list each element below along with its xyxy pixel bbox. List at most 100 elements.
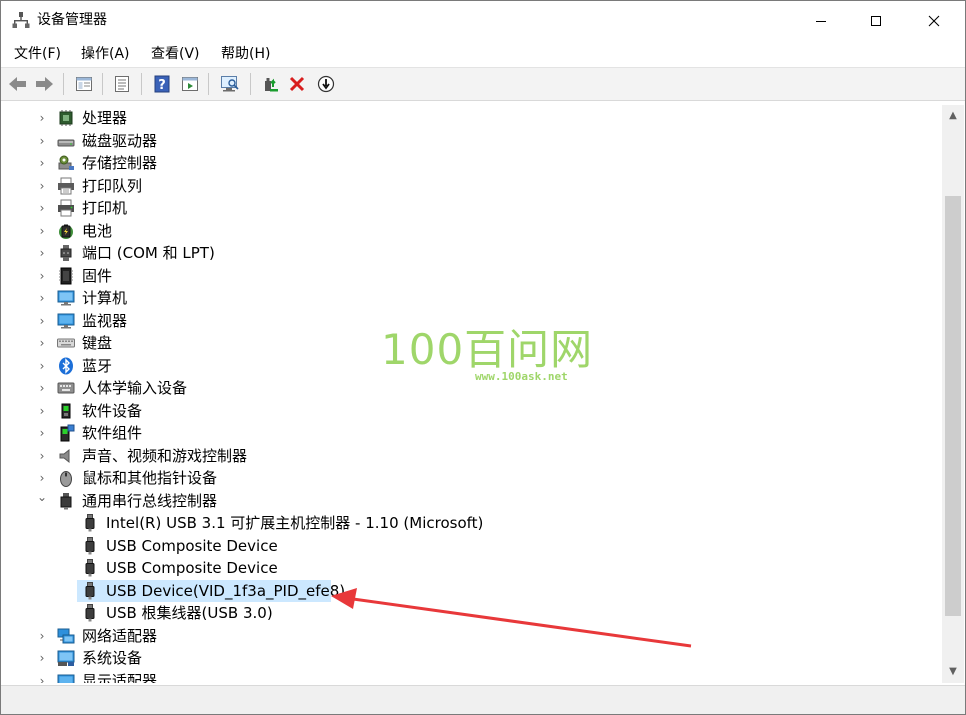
svg-text:?: ?: [158, 78, 166, 93]
tree-category-label: 监视器: [82, 312, 128, 330]
tree-category[interactable]: › 软件设备: [5, 400, 935, 422]
chevron-right-icon[interactable]: ›: [35, 154, 49, 172]
chevron-right-icon[interactable]: ›: [35, 672, 49, 683]
tree-category[interactable]: › 打印队列: [5, 175, 935, 197]
tree-category-label: 网络适配器: [82, 627, 158, 645]
uninstall-button[interactable]: [286, 73, 308, 95]
usb-device-icon: [81, 514, 99, 532]
toolbar-separator: [102, 73, 103, 95]
menu-view[interactable]: 查看(V): [151, 45, 200, 63]
chevron-right-icon[interactable]: ›: [35, 132, 49, 150]
tree-category[interactable]: › 端口 (COM 和 LPT): [5, 242, 935, 264]
keyboard-icon: [57, 338, 75, 348]
port-icon: [57, 244, 75, 262]
forward-button[interactable]: [33, 73, 55, 95]
chevron-down-icon[interactable]: ⌄: [35, 488, 49, 506]
usb-controller-icon: [60, 493, 72, 510]
tree-category[interactable]: › 磁盘驱动器: [5, 130, 935, 152]
tree-device[interactable]: Intel(R) USB 3.1 可扩展主机控制器 - 1.10 (Micros…: [5, 512, 935, 534]
software-device-icon: [57, 402, 75, 420]
tree-category[interactable]: › 存储控制器: [5, 152, 935, 174]
chevron-right-icon[interactable]: ›: [35, 379, 49, 397]
forward-icon: [36, 77, 53, 91]
tree-category[interactable]: › 固件: [5, 265, 935, 287]
tree-category[interactable]: › 计算机: [5, 287, 935, 309]
view-list-button[interactable]: [111, 73, 133, 95]
tree-category-label: 固件: [82, 267, 113, 285]
mouse-icon: [60, 471, 72, 487]
menu-action[interactable]: 操作(A): [81, 45, 130, 63]
help-button[interactable]: ?: [151, 73, 173, 95]
printer-icon: [57, 199, 75, 217]
tree-category[interactable]: › 处理器: [5, 107, 935, 129]
usb-controller-icon: [57, 492, 75, 510]
minimize-button[interactable]: [798, 1, 844, 41]
back-button[interactable]: [7, 73, 29, 95]
menu-help[interactable]: 帮助(H): [221, 45, 270, 63]
chevron-right-icon[interactable]: ›: [35, 267, 49, 285]
toolbar-separator: [141, 73, 142, 95]
tree-device[interactable]: USB Composite Device: [5, 557, 935, 579]
disable-device-button[interactable]: [315, 73, 337, 95]
chevron-right-icon[interactable]: ›: [35, 334, 49, 352]
maximize-button[interactable]: [853, 1, 899, 41]
tree-category-label: 电池: [82, 222, 113, 240]
tree-category-label: 磁盘驱动器: [82, 132, 158, 150]
tree-category[interactable]: › 声音、视频和游戏控制器: [5, 445, 935, 467]
tree-category[interactable]: › 电池: [5, 220, 935, 242]
close-button[interactable]: [911, 1, 957, 41]
cpu-icon: [57, 109, 75, 127]
chevron-right-icon[interactable]: ›: [35, 357, 49, 375]
tree-category[interactable]: › 网络适配器: [5, 625, 935, 647]
tree-category[interactable]: › 打印机: [5, 197, 935, 219]
chevron-right-icon[interactable]: ›: [35, 424, 49, 442]
chevron-right-icon[interactable]: ›: [35, 222, 49, 240]
chevron-right-icon[interactable]: ›: [35, 402, 49, 420]
scroll-up-arrow[interactable]: ▲: [942, 107, 964, 125]
update-driver-button[interactable]: [259, 73, 281, 95]
tree-device-label: USB Composite Device: [106, 559, 278, 577]
disk-drive-icon: [57, 132, 75, 150]
chevron-right-icon[interactable]: ›: [35, 649, 49, 667]
tree-category[interactable]: › 系统设备: [5, 647, 935, 669]
chevron-right-icon[interactable]: ›: [35, 199, 49, 217]
menu-file[interactable]: 文件(F): [14, 45, 61, 63]
properties-pane-button[interactable]: [73, 73, 95, 95]
cpu-icon: [59, 110, 73, 126]
chevron-right-icon[interactable]: ›: [35, 177, 49, 195]
monitor-icon: [57, 313, 75, 329]
scan-hardware-icon: [221, 76, 239, 92]
chevron-right-icon[interactable]: ›: [35, 312, 49, 330]
firmware-icon: [57, 267, 75, 285]
chevron-right-icon[interactable]: ›: [35, 469, 49, 487]
chevron-right-icon[interactable]: ›: [35, 627, 49, 645]
tree-category[interactable]: ⌄ 通用串行总线控制器: [5, 490, 935, 512]
chevron-right-icon[interactable]: ›: [35, 109, 49, 127]
back-icon: [9, 77, 26, 91]
action-pane-button[interactable]: [179, 73, 201, 95]
scroll-down-arrow[interactable]: ▼: [942, 663, 964, 681]
tree-device-selected[interactable]: USB Device(VID_1f3a_PID_efe8): [5, 580, 935, 602]
tree-category[interactable]: › 鼠标和其他指针设备: [5, 467, 935, 489]
tree-category-label: 存储控制器: [82, 154, 158, 172]
tree-category[interactable]: › 软件组件: [5, 422, 935, 444]
vertical-scrollbar[interactable]: ▲ ▼: [942, 105, 964, 683]
status-bar: [1, 685, 965, 714]
usb-device-icon: [81, 582, 99, 600]
watermark-logo: 100百问网 www.100ask.net: [381, 327, 621, 391]
chevron-right-icon[interactable]: ›: [35, 244, 49, 262]
tree-device[interactable]: USB 根集线器(USB 3.0): [5, 602, 935, 624]
tree-category-label: 键盘: [82, 334, 113, 352]
tree-category[interactable]: › 显示适配器: [5, 670, 935, 683]
monitor-icon: [57, 312, 75, 330]
scan-hardware-button[interactable]: [219, 73, 241, 95]
tree-device[interactable]: USB Composite Device: [5, 535, 935, 557]
scrollbar-thumb[interactable]: [945, 196, 961, 616]
chevron-right-icon[interactable]: ›: [35, 447, 49, 465]
storage-controller-icon: [58, 155, 74, 170]
chevron-right-icon[interactable]: ›: [35, 289, 49, 307]
close-icon: [928, 15, 940, 27]
tree-device-label: USB Composite Device: [106, 537, 278, 555]
display-adapter-icon: [57, 674, 75, 683]
usb-device-icon: [81, 537, 99, 555]
